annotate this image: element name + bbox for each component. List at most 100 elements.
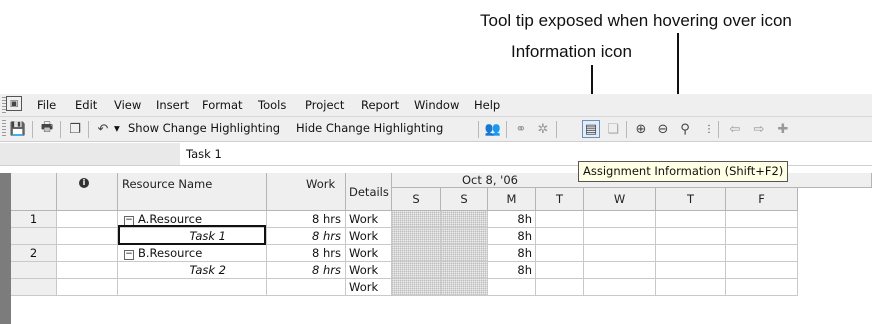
undo-icon[interactable]: ↶ — [94, 120, 112, 138]
collapse-icon[interactable]: − — [124, 250, 134, 260]
timescale-cell[interactable] — [584, 245, 656, 262]
timescale-cell[interactable] — [392, 228, 441, 245]
row-id-cell[interactable] — [11, 228, 57, 245]
notes-icon[interactable]: ❏ — [604, 120, 622, 138]
work-cell[interactable]: 8 hrs — [267, 262, 346, 279]
timescale-cell[interactable] — [656, 211, 726, 228]
timescale-cell[interactable] — [584, 262, 656, 279]
indicator-cell[interactable] — [57, 211, 118, 228]
collapse-icon[interactable]: − — [124, 216, 134, 226]
timescale-cell[interactable] — [441, 211, 488, 228]
menu-window[interactable]: Window — [414, 98, 459, 112]
menu-file[interactable]: File — [37, 98, 56, 112]
resource-name-cell[interactable]: − B.Resource — [118, 245, 267, 262]
indicator-cell[interactable] — [57, 228, 118, 245]
show-change-highlighting-button[interactable]: Show Change Highlighting — [128, 121, 280, 135]
timescale-cell[interactable] — [726, 262, 798, 279]
timescale-day-header[interactable]: W — [584, 188, 656, 211]
timescale-cell[interactable] — [656, 262, 726, 279]
timescale-cell[interactable] — [536, 279, 584, 296]
header-id[interactable] — [11, 173, 57, 211]
timescale-cell[interactable] — [392, 279, 441, 296]
timescale-cell[interactable] — [726, 279, 798, 296]
timescale-day-header[interactable]: S — [441, 188, 488, 211]
assignment-name-cell[interactable] — [118, 279, 267, 296]
app-window-icon[interactable]: ▣ — [6, 96, 22, 111]
assignment-name-cell[interactable]: Task 1 — [118, 228, 267, 245]
resource-name-cell[interactable]: − A.Resource — [118, 211, 267, 228]
link-icon[interactable]: ⚭ — [512, 120, 530, 138]
timescale-cell[interactable] — [536, 262, 584, 279]
indicator-cell[interactable] — [57, 245, 118, 262]
scroll-left-icon[interactable]: ⇦ — [726, 120, 744, 138]
timescale-cell[interactable]: 8h — [488, 211, 536, 228]
scroll-right-icon[interactable]: ⇨ — [750, 120, 768, 138]
menu-insert[interactable]: Insert — [156, 98, 189, 112]
header-resource-name[interactable]: Resource Name — [118, 173, 267, 211]
timescale-cell[interactable] — [726, 228, 798, 245]
timescale-cell[interactable] — [441, 279, 488, 296]
print-icon[interactable]: 🖶 — [38, 120, 56, 138]
menu-edit[interactable]: Edit — [75, 98, 97, 112]
menu-project[interactable]: Project — [305, 98, 344, 112]
timescale-cell[interactable] — [656, 279, 726, 296]
menu-report[interactable]: Report — [361, 98, 399, 112]
timescale-cell[interactable] — [392, 262, 441, 279]
timescale-cell[interactable] — [536, 228, 584, 245]
work-cell[interactable] — [267, 279, 346, 296]
timescale-cell[interactable] — [441, 262, 488, 279]
work-cell[interactable]: 8 hrs — [267, 211, 346, 228]
timescale-cell[interactable] — [726, 211, 798, 228]
assignment-name-cell[interactable]: Task 2 — [118, 262, 267, 279]
menu-format[interactable]: Format — [202, 98, 243, 112]
menu-help[interactable]: Help — [474, 98, 500, 112]
menu-view[interactable]: View — [114, 98, 141, 112]
timescale-cell[interactable] — [584, 279, 656, 296]
row-id-cell[interactable]: 1 — [11, 211, 57, 228]
timescale-cell[interactable]: 8h — [488, 262, 536, 279]
row-id-cell[interactable]: 2 — [11, 245, 57, 262]
timescale-cell[interactable] — [392, 245, 441, 262]
timescale-cell[interactable] — [536, 245, 584, 262]
menu-tools[interactable]: Tools — [258, 98, 286, 112]
undo-dropdown-icon[interactable]: ▾ — [114, 121, 120, 135]
row-id-cell[interactable] — [11, 279, 57, 296]
filter-icon[interactable]: ⚲ — [676, 120, 694, 138]
timescale-day-header[interactable]: M — [488, 188, 536, 211]
indicator-cell[interactable] — [57, 262, 118, 279]
add-icon[interactable]: ✚ — [774, 120, 792, 138]
information-icon[interactable]: ▤ — [582, 120, 600, 138]
timescale-cell[interactable] — [584, 228, 656, 245]
timescale-cell[interactable] — [392, 211, 441, 228]
unlink-icon[interactable]: ✲ — [534, 120, 552, 138]
toolbar-options-icon[interactable]: ⋮ — [700, 120, 718, 138]
timescale-cell[interactable] — [656, 245, 726, 262]
timescale-cell[interactable] — [584, 211, 656, 228]
timescale-day-header[interactable]: T — [656, 188, 726, 211]
save-icon[interactable]: 💾 — [9, 120, 27, 138]
copy-icon[interactable]: ❐ — [66, 120, 84, 138]
resource-icon[interactable]: 👥 — [484, 120, 502, 138]
indicator-cell[interactable] — [57, 279, 118, 296]
header-details[interactable]: Details — [346, 173, 392, 211]
header-indicators[interactable]: i — [57, 173, 118, 211]
timescale-cell[interactable] — [488, 279, 536, 296]
row-id-cell[interactable] — [11, 262, 57, 279]
timescale-cell[interactable]: 8h — [488, 245, 536, 262]
zoom-out-icon[interactable]: ⊖ — [654, 120, 672, 138]
entry-bar-input[interactable]: Task 1 — [186, 147, 222, 161]
timescale-day-header[interactable]: T — [536, 188, 584, 211]
timescale-cell[interactable] — [536, 211, 584, 228]
zoom-in-icon[interactable]: ⊕ — [632, 120, 650, 138]
work-cell[interactable]: 8 hrs — [267, 245, 346, 262]
timescale-cell[interactable] — [656, 228, 726, 245]
timescale-cell[interactable] — [726, 245, 798, 262]
timescale-day-header[interactable]: S — [392, 188, 441, 211]
timescale-cell[interactable] — [441, 228, 488, 245]
work-cell[interactable]: 8 hrs — [267, 228, 346, 245]
timescale-day-header[interactable]: F — [726, 188, 798, 211]
hide-change-highlighting-button[interactable]: Hide Change Highlighting — [296, 121, 443, 135]
header-work[interactable]: Work — [267, 173, 346, 211]
timescale-cell[interactable] — [441, 245, 488, 262]
timescale-cell[interactable]: 8h — [488, 228, 536, 245]
